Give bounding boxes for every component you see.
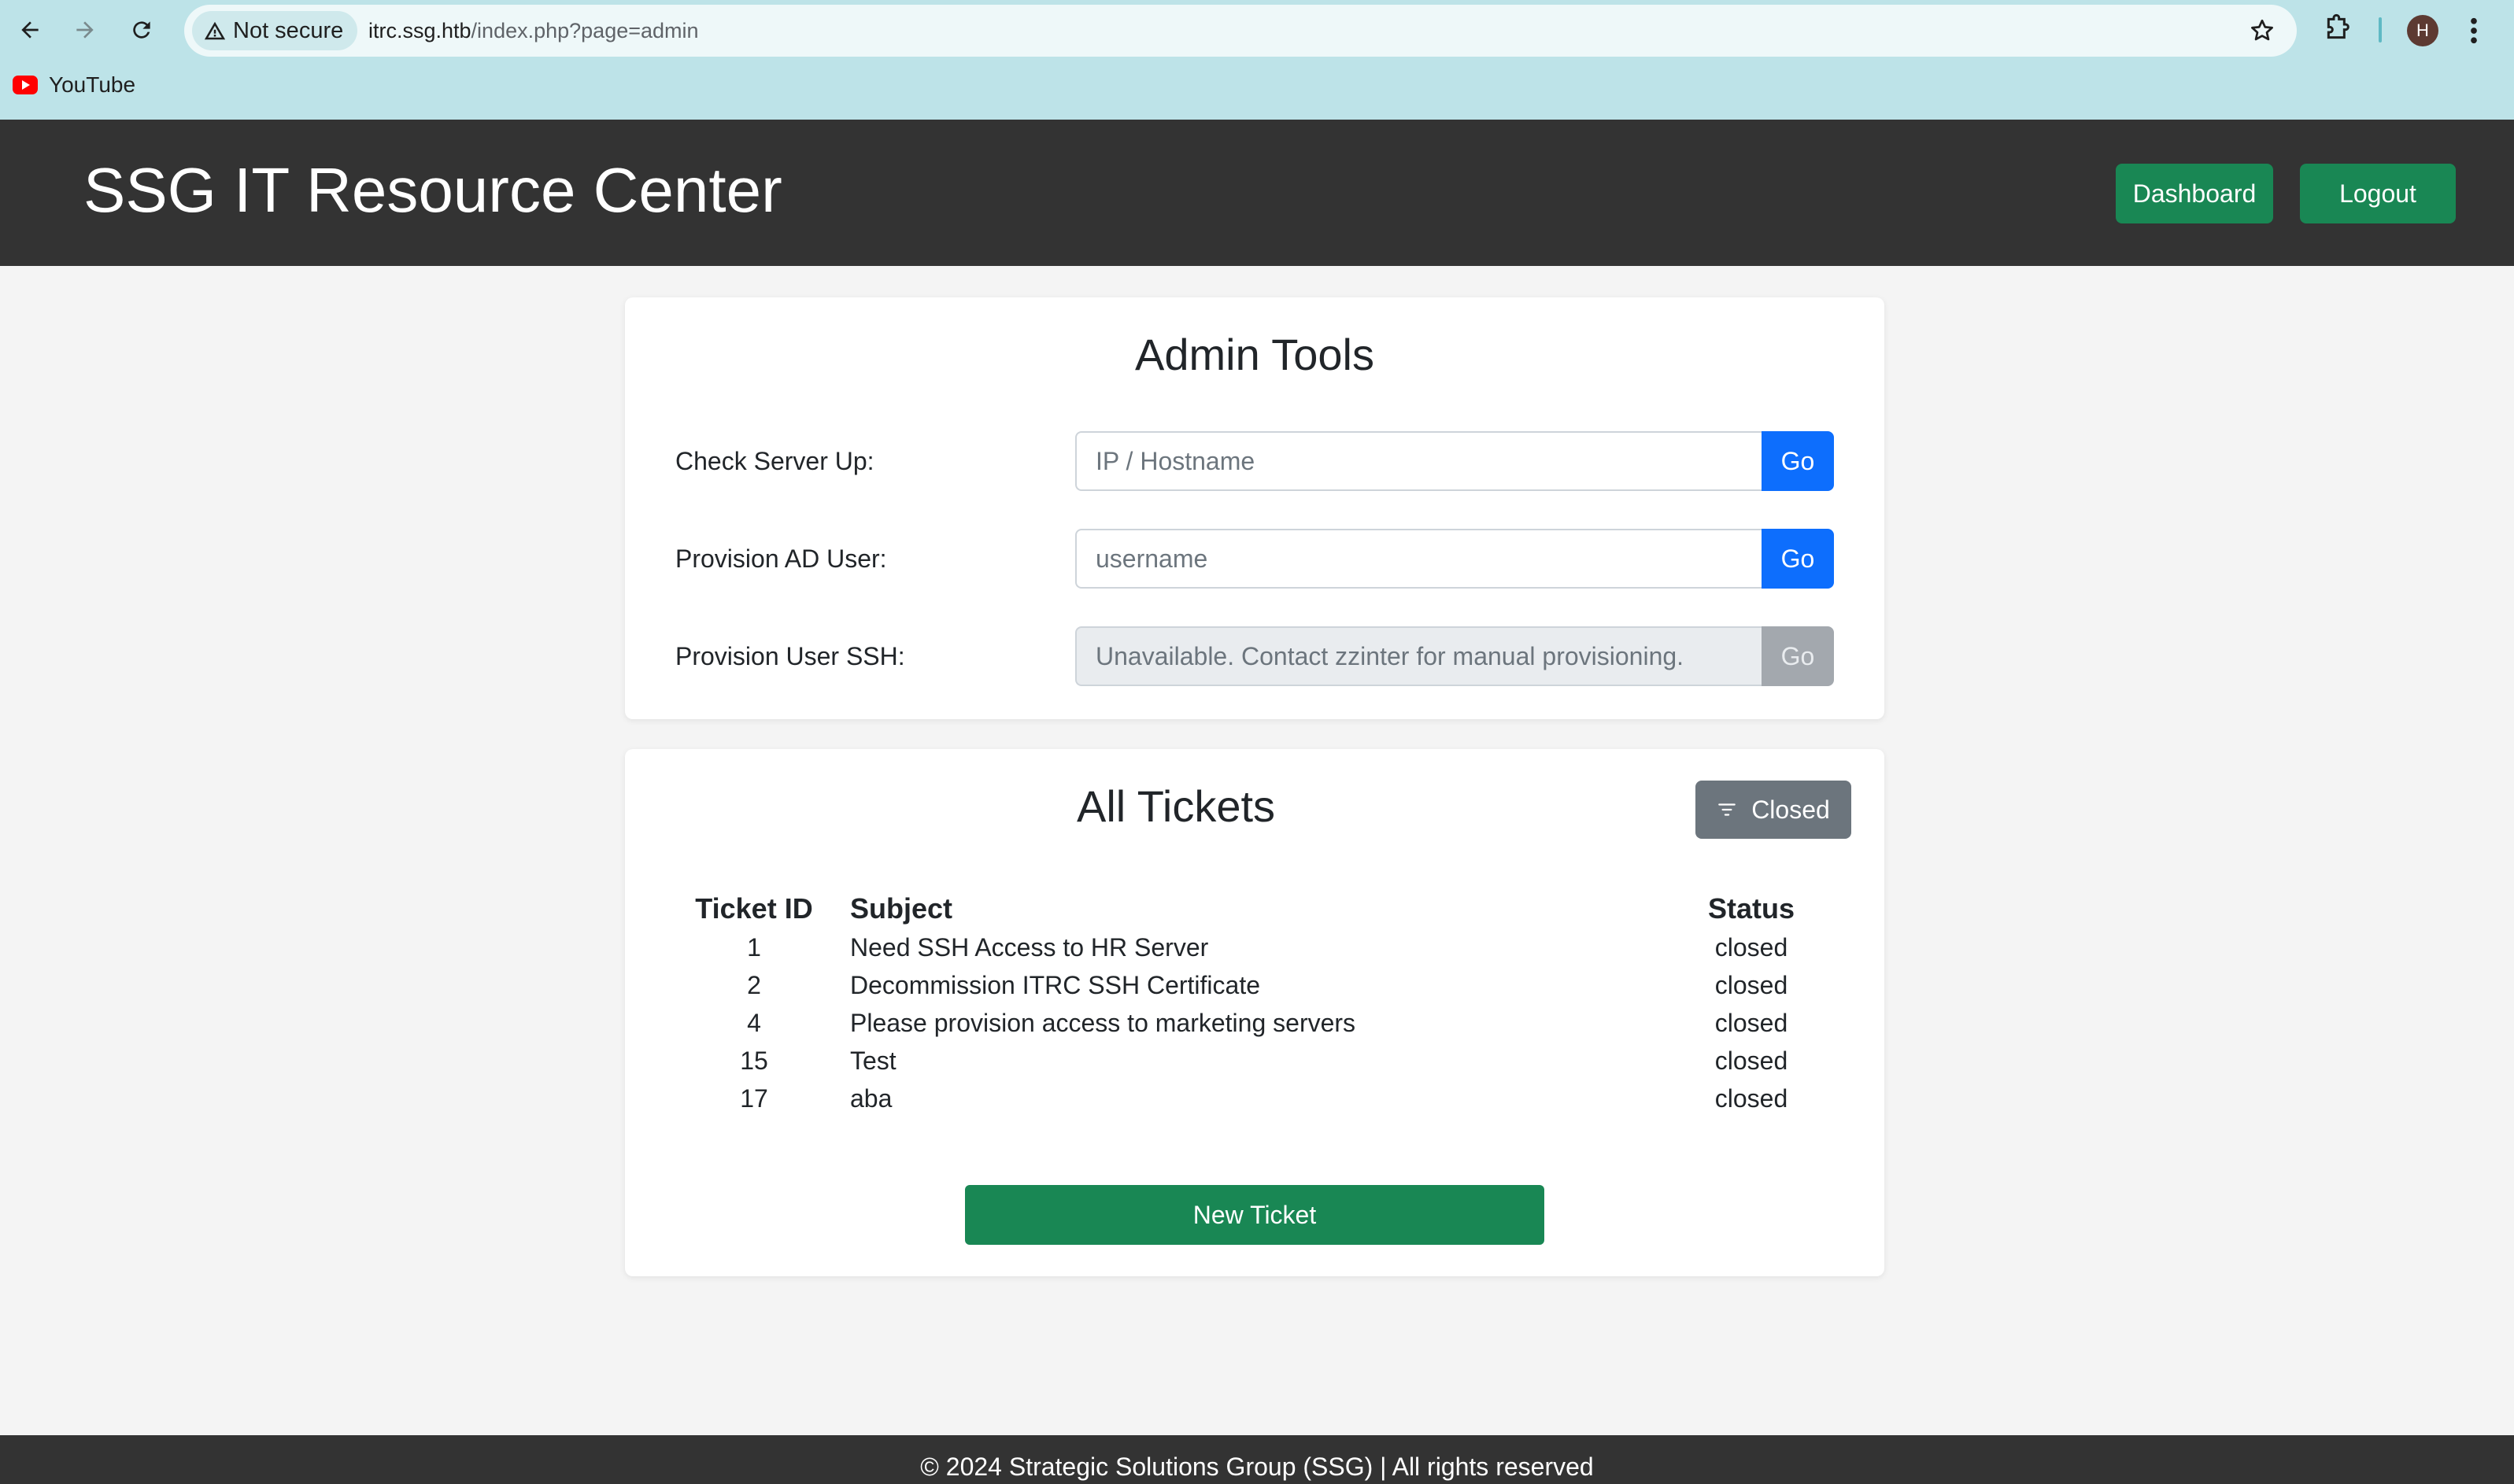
check-server-label: Check Server Up:: [675, 447, 874, 475]
dashboard-button[interactable]: Dashboard: [2116, 164, 2273, 223]
profile-avatar[interactable]: H: [2407, 15, 2438, 46]
warning-icon: [204, 21, 226, 40]
ticket-id: 17: [740, 1083, 768, 1113]
status-filter-button[interactable]: Closed: [1695, 781, 1851, 839]
filter-icon: [1718, 803, 1736, 816]
bookmark-label: YouTube: [49, 72, 136, 97]
ticket-status: closed: [1714, 970, 1788, 999]
site-title: SSG IT Resource Center: [83, 155, 782, 225]
url-path: /index.php?page=admin: [471, 19, 699, 42]
provision-ssh-go-button: Go: [1762, 626, 1834, 686]
new-ticket-button[interactable]: New Ticket: [965, 1185, 1544, 1245]
provision-ad-row: Provision AD User: Go: [675, 529, 1834, 589]
ticket-id: 15: [740, 1046, 768, 1075]
url-text[interactable]: itrc.ssg.htb/index.php?page=admin: [368, 5, 699, 57]
site-header: SSG IT Resource Center Dashboard Logout: [0, 120, 2514, 266]
ticket-id: 1: [747, 932, 761, 962]
site-footer: © 2024 Strategic Solutions Group (SSG) |…: [0, 1435, 2514, 1484]
bookmark-youtube[interactable]: YouTube: [13, 72, 135, 98]
ticket-subject: Test: [850, 1046, 897, 1075]
column-header-status: Status: [1707, 892, 1795, 925]
back-button[interactable]: [9, 9, 50, 50]
logout-button[interactable]: Logout: [2300, 164, 2456, 223]
browser-chrome: Not secure itrc.ssg.htb/index.php?page=a…: [0, 0, 2514, 120]
ticket-id: 4: [747, 1008, 761, 1037]
provision-ad-label: Provision AD User:: [675, 545, 887, 573]
security-label: Not secure: [233, 17, 344, 43]
security-chip[interactable]: Not secure: [192, 11, 358, 50]
table-row[interactable]: 2 Decommission ITRC SSH Certificate clos…: [675, 966, 1834, 1004]
provision-ad-go-button[interactable]: Go: [1762, 529, 1834, 589]
extensions-icon[interactable]: [2322, 13, 2353, 44]
back-arrow-icon: [21, 21, 39, 39]
table-row[interactable]: 17 aba closed: [675, 1080, 1834, 1117]
ticket-subject: aba: [850, 1083, 893, 1113]
ticket-status: closed: [1714, 1083, 1788, 1113]
forward-button[interactable]: [65, 9, 105, 50]
column-header-subject: Subject: [850, 892, 953, 925]
ticket-subject: Decommission ITRC SSH Certificate: [850, 970, 1260, 999]
toolbar-divider: [2379, 17, 2382, 42]
ticket-subject: Please provision access to marketing ser…: [850, 1008, 1356, 1037]
reload-icon: [133, 21, 150, 39]
ticket-status: closed: [1714, 1008, 1788, 1037]
url-host: itrc.ssg.htb: [368, 19, 471, 42]
check-server-row: Check Server Up: Go: [675, 431, 1834, 491]
provision-ssh-label: Provision User SSH:: [675, 642, 905, 670]
table-row[interactable]: 15 Test closed: [675, 1042, 1834, 1080]
username-input[interactable]: [1075, 529, 1762, 589]
ticket-id: 2: [747, 970, 761, 999]
hostname-input[interactable]: [1075, 431, 1762, 491]
ticket-subject: Need SSH Access to HR Server: [850, 932, 1209, 962]
table-header-row: Ticket ID Subject Status: [675, 881, 1834, 928]
tickets-card: All Tickets Closed Ticket ID Subject Sta…: [625, 749, 1884, 1276]
ssh-input: [1075, 626, 1762, 686]
table-row[interactable]: 4 Please provision access to marketing s…: [675, 1004, 1834, 1042]
tickets-table: Ticket ID Subject Status 1 Need SSH Acce…: [675, 881, 1834, 1117]
youtube-icon: [13, 76, 38, 94]
reload-button[interactable]: [121, 9, 162, 50]
ticket-status: closed: [1714, 1046, 1788, 1075]
ticket-status: closed: [1714, 932, 1788, 962]
menu-kebab-icon[interactable]: [2464, 14, 2484, 47]
admin-tools-title: Admin Tools: [1134, 330, 1374, 379]
table-row[interactable]: 1 Need SSH Access to HR Server closed: [675, 928, 1834, 966]
column-header-id: Ticket ID: [695, 892, 813, 925]
forward-arrow-icon: [76, 21, 94, 39]
bookmark-star-icon[interactable]: [2248, 17, 2276, 45]
address-bar[interactable]: Not secure itrc.ssg.htb/index.php?page=a…: [184, 5, 2297, 57]
tickets-title: All Tickets: [1076, 781, 1276, 831]
admin-tools-card: Admin Tools Check Server Up: Go Provisio…: [625, 297, 1884, 719]
check-server-go-button[interactable]: Go: [1762, 431, 1834, 491]
provision-ssh-row: Provision User SSH: Go: [675, 626, 1834, 686]
filter-label: Closed: [1751, 795, 1830, 824]
